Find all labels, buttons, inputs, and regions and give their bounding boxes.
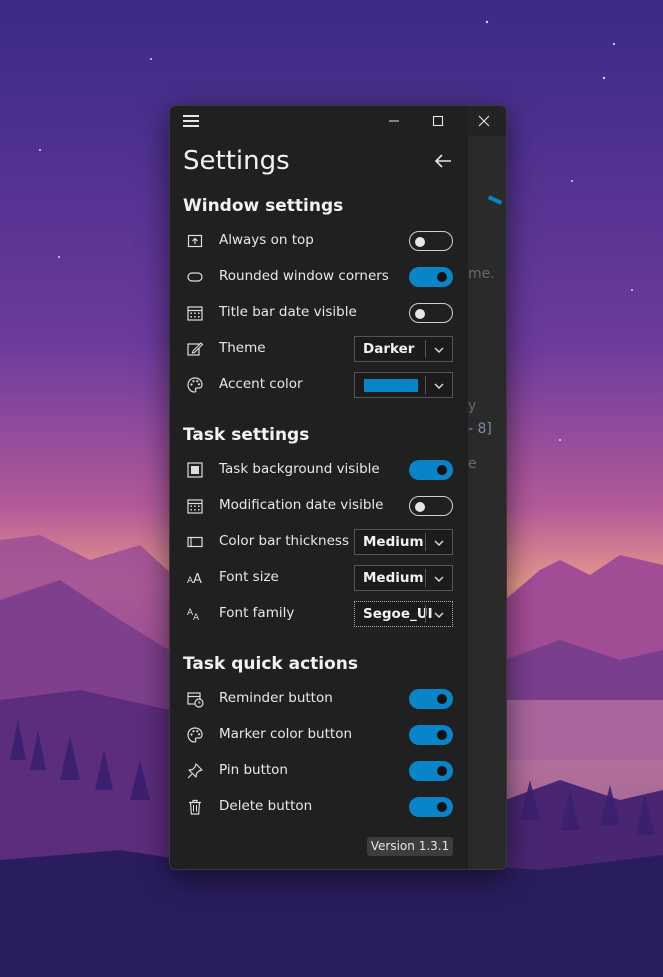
svg-text:A: A: [193, 613, 200, 623]
setting-row-task-background: Task background visible: [170, 452, 468, 488]
setting-label: Marker color button: [219, 726, 353, 742]
minimize-button[interactable]: [372, 106, 416, 136]
setting-row-delete-button: Delete button: [170, 789, 468, 825]
setting-label: Delete button: [219, 798, 313, 814]
version-badge: Version 1.3.1: [367, 837, 453, 856]
calendar-icon: [187, 499, 203, 514]
setting-label: Always on top: [219, 232, 314, 248]
background-content-peek: me. y - 8] e: [468, 136, 506, 869]
close-icon: [478, 115, 490, 127]
peek-text: e: [468, 456, 477, 472]
calendar-icon: [187, 306, 203, 321]
maximize-icon: [432, 115, 444, 127]
palette-icon: [187, 727, 203, 743]
dropdown-value: Segoe_UI: [363, 606, 433, 622]
color-bar-thickness-dropdown[interactable]: Medium: [354, 529, 453, 555]
delete-button-toggle[interactable]: [409, 797, 453, 817]
settings-window: me. y - 8] e Settings Window settings Al…: [169, 105, 507, 870]
filled-square-icon: [187, 462, 203, 478]
setting-row-font-family: A A Font family Segoe_UI: [170, 596, 468, 632]
setting-label: Theme: [219, 340, 266, 356]
setting-row-pin-button: Pin button: [170, 753, 468, 789]
setting-label: Task background visible: [219, 461, 380, 477]
peek-text: y: [468, 398, 477, 414]
page-title: Settings: [183, 146, 290, 176]
close-button[interactable]: [462, 106, 506, 136]
setting-row-accent-color: Accent color: [170, 367, 468, 403]
pin-icon: [187, 763, 203, 779]
setting-label: Pin button: [219, 762, 288, 778]
pin-button-toggle[interactable]: [409, 761, 453, 781]
palette-icon: [187, 377, 203, 393]
edit-theme-icon: [187, 342, 204, 356]
color-bar-icon: [187, 536, 203, 548]
accent-color-dropdown[interactable]: [354, 372, 453, 398]
setting-label: Font size: [219, 569, 279, 585]
setting-row-color-bar-thickness: Color bar thickness Medium: [170, 524, 468, 560]
chevron-down-icon: [434, 576, 444, 582]
peek-text: - 8]: [468, 421, 492, 437]
setting-row-always-on-top: Always on top: [170, 223, 468, 259]
setting-row-font-size: A A Font size Medium: [170, 560, 468, 596]
setting-label: Font family: [219, 605, 295, 621]
setting-row-theme: Theme Darker: [170, 331, 468, 367]
setting-row-reminder-button: Reminder button: [170, 681, 468, 717]
settings-panel: Settings Window settings Always on top R…: [170, 106, 468, 869]
dropdown-value: Medium: [363, 570, 424, 586]
setting-row-modification-date: Modification date visible: [170, 488, 468, 524]
accent-color-swatch: [364, 379, 418, 392]
section-heading-window: Window settings: [183, 196, 344, 216]
reminder-button-toggle[interactable]: [409, 689, 453, 709]
setting-label: Rounded window corners: [219, 268, 389, 284]
pin-window-icon: [187, 234, 203, 248]
font-family-icon: A A: [187, 608, 200, 623]
marker-color-button-toggle[interactable]: [409, 725, 453, 745]
chevron-down-icon: [434, 347, 444, 353]
section-heading-quick-actions: Task quick actions: [183, 654, 359, 674]
setting-label: Color bar thickness: [219, 533, 349, 549]
back-arrow-icon[interactable]: [432, 150, 454, 172]
peek-text: me.: [468, 266, 495, 282]
title-bar-date-toggle[interactable]: [409, 303, 453, 323]
chevron-down-icon: [434, 383, 444, 389]
font-family-dropdown[interactable]: Segoe_UI: [354, 601, 453, 627]
task-background-toggle[interactable]: [409, 460, 453, 480]
font-size-icon: A A: [187, 572, 202, 587]
always-on-top-toggle[interactable]: [409, 231, 453, 251]
modification-date-toggle[interactable]: [409, 496, 453, 516]
setting-row-title-bar-date: Title bar date visible: [170, 295, 468, 331]
setting-label: Accent color: [219, 376, 303, 392]
theme-dropdown[interactable]: Darker: [354, 336, 453, 362]
maximize-button[interactable]: [416, 106, 460, 136]
setting-row-rounded-corners: Rounded window corners: [170, 259, 468, 295]
trash-icon: [189, 799, 201, 815]
dropdown-value: Darker: [363, 341, 415, 357]
svg-text:A: A: [193, 572, 202, 587]
setting-label: Modification date visible: [219, 497, 384, 513]
rounded-corners-toggle[interactable]: [409, 267, 453, 287]
peek-accent-mark: [487, 195, 503, 205]
minimize-icon: [389, 120, 399, 122]
rounded-rectangle-icon: [187, 272, 203, 282]
dropdown-value: Medium: [363, 534, 424, 550]
setting-row-marker-color-button: Marker color button: [170, 717, 468, 753]
reminder-calendar-icon: [187, 692, 204, 708]
setting-label: Reminder button: [219, 690, 333, 706]
section-heading-task: Task settings: [183, 425, 310, 445]
setting-label: Title bar date visible: [219, 304, 357, 320]
font-size-dropdown[interactable]: Medium: [354, 565, 453, 591]
chevron-down-icon: [434, 540, 444, 546]
chevron-down-icon: [434, 612, 444, 618]
title-bar: [170, 106, 506, 136]
